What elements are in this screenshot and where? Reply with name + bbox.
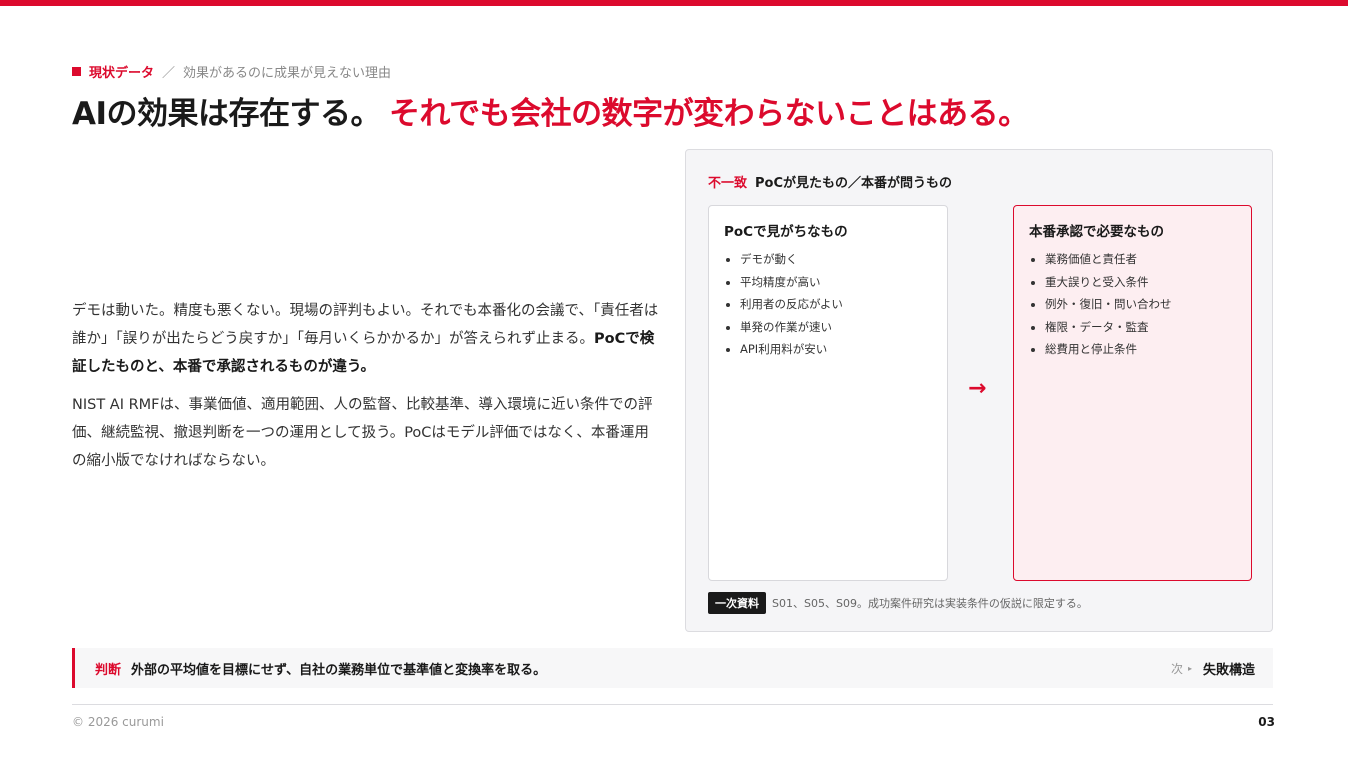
- source-badge: 一次資料: [708, 592, 766, 614]
- production-list: 業務価値と責任者 重大誤りと受入条件 例外・復旧・問い合わせ 権限・データ・監査…: [1029, 248, 1236, 361]
- lead-paragraph-2: NIST AI RMFは、事業価値、適用範囲、人の監督、比較基準、導入環境に近い…: [72, 397, 653, 469]
- poc-list: デモが動く 平均精度が高い 利用者の反応がよい 単発の作業が速い API利用料が…: [724, 248, 932, 361]
- top-accent-bar: [0, 0, 1348, 6]
- list-item: API利用料が安い: [740, 338, 932, 361]
- section-kicker: 現状データ ／ 効果があるのに成果が見えない理由: [72, 62, 391, 81]
- panel-tag: 不一致: [708, 176, 748, 191]
- next-section-link[interactable]: 失敗構造: [1203, 659, 1255, 678]
- footer-divider: [72, 704, 1273, 705]
- panel-title-text: PoCが見たもの／本番が問うもの: [755, 176, 953, 191]
- panel-title: 不一致 PoCが見たもの／本番が問うもの: [708, 172, 952, 191]
- list-item: 業務価値と責任者: [1045, 248, 1236, 271]
- list-item: 単発の作業が速い: [740, 316, 932, 339]
- arrow-right-icon: →: [968, 376, 987, 401]
- copyright: © 2026 curumi: [72, 715, 164, 729]
- source-text: S01、S05、S09。成功案件研究は実装条件の仮説に限定する。: [772, 597, 1088, 610]
- lead-p1-text: デモは動いた。精度も悪くない。現場の評判もよい。それでも本番化の会議で、「責任者…: [72, 303, 659, 347]
- square-bullet-icon: [72, 67, 81, 76]
- list-item: 総費用と停止条件: [1045, 338, 1236, 361]
- judgement-bar: 判断 外部の平均値を目標にせず、自社の業務単位で基準値と変換率を取る。 次 ▸ …: [72, 648, 1273, 688]
- judgement-text: 外部の平均値を目標にせず、自社の業務単位で基準値と変換率を取る。: [131, 662, 547, 678]
- comparison-panel: 不一致 PoCが見たもの／本番が問うもの PoCで見がちなもの デモが動く 平均精…: [685, 149, 1273, 632]
- section-separator: ／: [162, 66, 176, 81]
- triangle-right-icon: ▸: [1187, 663, 1192, 673]
- list-item: 例外・復旧・問い合わせ: [1045, 293, 1236, 316]
- list-item: 利用者の反応がよい: [740, 293, 932, 316]
- list-item: 重大誤りと受入条件: [1045, 271, 1236, 294]
- list-item: デモが動く: [740, 248, 932, 271]
- poc-card-heading: PoCで見がちなもの: [724, 224, 848, 240]
- page-number: 03: [1258, 715, 1275, 729]
- list-item: 権限・データ・監査: [1045, 316, 1236, 339]
- title-accent: それでも会社の数字が変わらないことはある。: [389, 96, 1029, 132]
- section-label: 現状データ: [89, 66, 155, 81]
- source-note: 一次資料 S01、S05、S09。成功案件研究は実装条件の仮説に限定する。: [708, 592, 1088, 614]
- judgement-label: 判断: [95, 662, 122, 678]
- lead-paragraph-1: デモは動いた。精度も悪くない。現場の評判もよい。それでも本番化の会議で、「責任者…: [72, 297, 662, 381]
- section-subtitle: 効果があるのに成果が見えない理由: [183, 66, 392, 81]
- production-card: 本番承認で必要なもの 業務価値と責任者 重大誤りと受入条件 例外・復旧・問い合わ…: [1013, 205, 1252, 581]
- page-title: AIの効果は存在する。 それでも会社の数字が変わらないことはある。: [72, 88, 1029, 133]
- next-label: 次: [1170, 661, 1183, 676]
- poc-card: PoCで見がちなもの デモが動く 平均精度が高い 利用者の反応がよい 単発の作業…: [708, 205, 948, 581]
- production-card-heading: 本番承認で必要なもの: [1029, 224, 1164, 240]
- title-main: AIの効果は存在する。: [72, 96, 382, 132]
- lead-text: デモは動いた。精度も悪くない。現場の評判もよい。それでも本番化の会議で、「責任者…: [72, 297, 662, 485]
- list-item: 平均精度が高い: [740, 271, 932, 294]
